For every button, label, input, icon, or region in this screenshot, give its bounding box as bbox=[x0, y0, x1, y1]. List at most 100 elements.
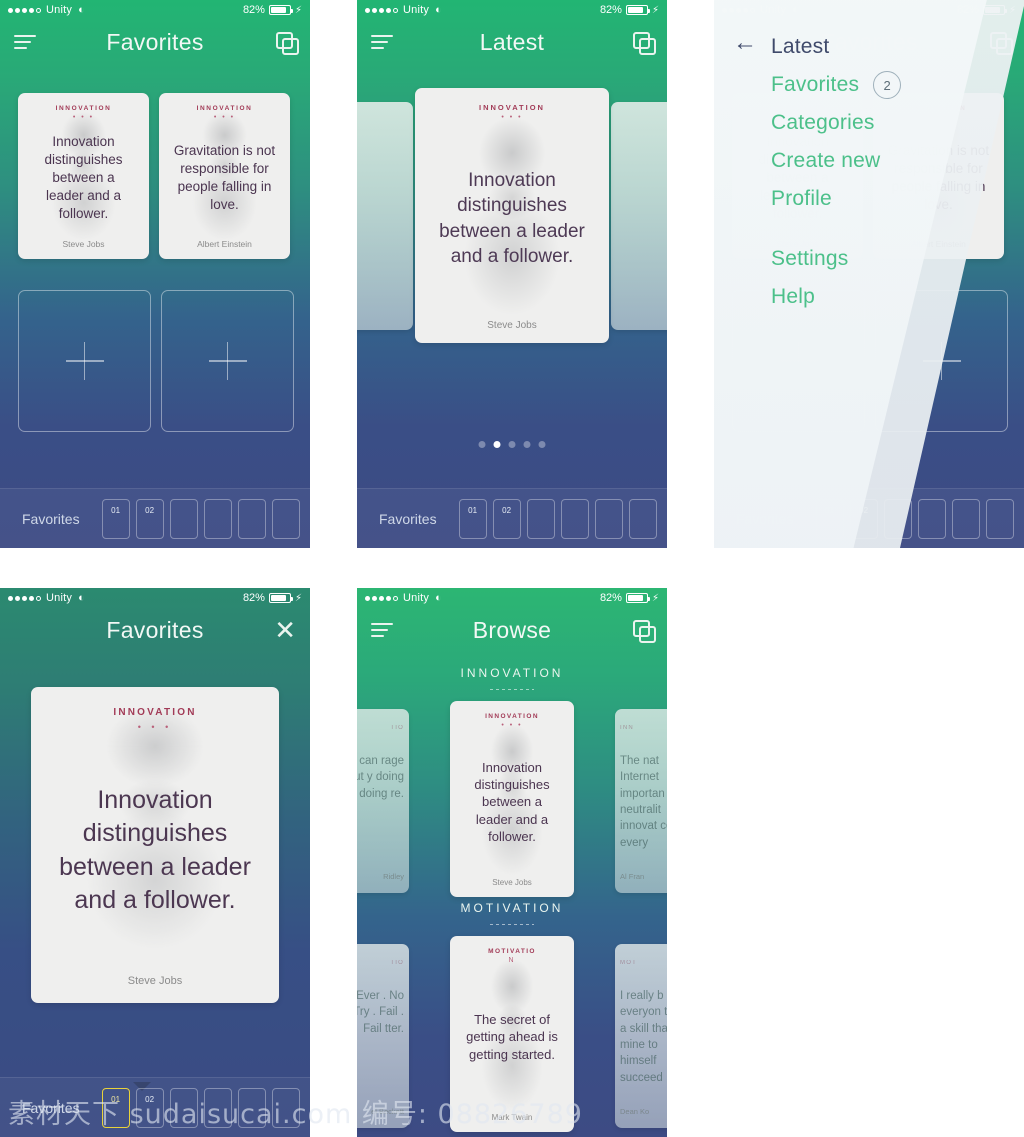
bottom-tab[interactable]: 01 bbox=[101, 498, 130, 539]
menu-item-profile[interactable]: Profile bbox=[771, 180, 901, 218]
page-title: Browse bbox=[472, 616, 552, 643]
quote-card[interactable]: INNOVATION • • • Innovation distinguishe… bbox=[415, 88, 609, 343]
pager-dot[interactable] bbox=[508, 441, 516, 448]
card-quote: d. Ever . No er. Try . Fail . Fail tter. bbox=[357, 990, 404, 1035]
bottom-tab[interactable] bbox=[560, 498, 589, 539]
bottom-tab[interactable]: 02 bbox=[135, 498, 164, 539]
copy-cards-icon[interactable] bbox=[633, 620, 656, 643]
copy-cards-button[interactable] bbox=[276, 20, 299, 64]
signal-strength-icon bbox=[365, 7, 398, 13]
copy-cards-icon[interactable] bbox=[276, 32, 299, 55]
bottom-bar-label: Favorites bbox=[22, 510, 80, 527]
add-card-button[interactable] bbox=[18, 290, 151, 432]
charging-bolt-icon: ⚡ bbox=[294, 592, 302, 604]
copy-cards-icon[interactable] bbox=[633, 32, 656, 55]
hamburger-icon[interactable] bbox=[14, 35, 36, 49]
screen-browse: Unity ◐ 82% ⚡ Browse INNOVATION TIO ent … bbox=[357, 588, 667, 1137]
copy-cards-button[interactable] bbox=[633, 608, 656, 652]
wifi-icon: ◐ bbox=[78, 3, 85, 16]
bottom-tab[interactable]: 02 bbox=[492, 498, 521, 539]
menu-item-label: Help bbox=[771, 285, 815, 308]
quote-card[interactable]: INNOVATION • • • Innovation distinguishe… bbox=[18, 93, 149, 259]
card-category: INNOVATION bbox=[113, 707, 197, 718]
bottom-tab[interactable] bbox=[237, 498, 266, 539]
bottom-tab[interactable] bbox=[628, 498, 657, 539]
bottom-tab[interactable] bbox=[917, 498, 946, 539]
wifi-icon: ◐ bbox=[78, 591, 85, 604]
pager-dot[interactable] bbox=[523, 441, 531, 448]
menu-item-latest[interactable]: Latest bbox=[771, 28, 901, 66]
bottom-tab[interactable] bbox=[951, 498, 980, 539]
bottom-tab[interactable] bbox=[526, 498, 555, 539]
bottom-bar: Favorites 01 02 bbox=[357, 488, 667, 548]
menu-divider-gap bbox=[771, 218, 901, 240]
screens-canvas: Unity ◐ 82% ⚡ Favorites INNOVATION • • •… bbox=[0, 0, 1024, 1137]
card-category-dots: • • • bbox=[72, 114, 95, 121]
charging-bolt-icon: ⚡ bbox=[651, 4, 659, 16]
card-category-dots: • • • bbox=[501, 722, 523, 729]
pager-dot-active[interactable] bbox=[493, 441, 501, 448]
menu-button[interactable] bbox=[371, 608, 393, 652]
nav-bar: Favorites bbox=[0, 20, 310, 64]
pager-dots[interactable] bbox=[478, 441, 546, 448]
card-quote: ent can rage on, but y doing t doing re. bbox=[357, 755, 404, 800]
status-bar: Unity ◐ 82% ⚡ bbox=[0, 588, 310, 608]
bottom-tab-strip: 01 02 bbox=[101, 498, 300, 539]
page-title: Latest bbox=[479, 28, 545, 55]
menu-item-favorites[interactable]: Favorites 2 bbox=[771, 66, 902, 104]
add-card-button[interactable] bbox=[161, 290, 294, 432]
battery-percent-label: 82% bbox=[599, 592, 622, 604]
browse-card-right[interactable]: INN The nat Internet importan neutralit … bbox=[615, 709, 667, 893]
hamburger-icon[interactable] bbox=[371, 623, 393, 637]
menu-item-label: Create new bbox=[771, 149, 881, 172]
bottom-tab[interactable] bbox=[594, 498, 623, 539]
bottom-tab[interactable] bbox=[271, 498, 300, 539]
copy-cards-button[interactable] bbox=[633, 20, 656, 64]
screen-quote-detail: Unity ◐ 82% ⚡ Favorites ✕ INNOVATION • •… bbox=[0, 588, 310, 1137]
card-category: INNOVATION bbox=[479, 103, 545, 112]
bottom-tab[interactable] bbox=[203, 498, 232, 539]
menu-item-create-new[interactable]: Create new bbox=[771, 142, 901, 180]
pager-dot[interactable] bbox=[538, 441, 546, 448]
bottom-tab-strip: 01 02 bbox=[458, 498, 657, 539]
card-carousel[interactable]: INNOVATION • • • Innovation distinguishe… bbox=[357, 78, 667, 388]
section-row: TIO ent can rage on, but y doing t doing… bbox=[357, 701, 667, 897]
menu-item-categories[interactable]: Categories bbox=[771, 104, 901, 142]
screen-latest: Unity ◐ 82% ⚡ Latest INNOVATION • • • In… bbox=[357, 0, 667, 548]
card-quote: Innovation distinguishes between a leade… bbox=[474, 760, 550, 844]
menu-button[interactable] bbox=[371, 20, 393, 64]
browse-card-right[interactable]: MOT I really b everyon talent, a skill t… bbox=[615, 944, 667, 1128]
close-x-icon[interactable]: ✕ bbox=[274, 617, 296, 643]
favorites-card-grid: INNOVATION • • • Innovation distinguishe… bbox=[18, 93, 290, 259]
charging-bolt-icon: ⚡ bbox=[294, 4, 302, 16]
quote-card[interactable]: INNOVATION • • • Gravitation is not resp… bbox=[159, 93, 290, 259]
card-category: INNOVATION bbox=[196, 105, 253, 112]
browse-card-center[interactable]: INNOVATION • • • Innovation distinguishe… bbox=[450, 701, 574, 897]
battery-percent-label: 82% bbox=[242, 4, 265, 16]
nav-bar: Latest bbox=[357, 20, 667, 64]
card-category-dots: • • • bbox=[213, 114, 236, 121]
menu-item-label: Favorites bbox=[771, 73, 860, 96]
bottom-tab[interactable]: 01 bbox=[458, 498, 487, 539]
nav-bar: Favorites ✕ bbox=[0, 608, 310, 652]
section-rule bbox=[490, 924, 534, 925]
status-bar: Unity ◐ 82% ⚡ bbox=[0, 0, 310, 20]
menu-item-settings[interactable]: Settings bbox=[771, 240, 901, 278]
charging-bolt-icon: ⚡ bbox=[651, 592, 659, 604]
bottom-tab[interactable] bbox=[169, 498, 198, 539]
card-quote: The secret of getting ahead is getting s… bbox=[466, 1012, 558, 1062]
back-arrow-icon[interactable]: ← bbox=[732, 30, 758, 56]
carousel-prev-card[interactable] bbox=[357, 102, 413, 330]
menu-item-help[interactable]: Help bbox=[771, 278, 901, 316]
pager-dot[interactable] bbox=[478, 441, 486, 448]
card-category: TIO bbox=[390, 960, 404, 966]
hamburger-icon[interactable] bbox=[371, 35, 393, 49]
quote-card-detail[interactable]: INNOVATION • • • Innovation distinguishe… bbox=[31, 687, 279, 1003]
browse-card-left[interactable]: TIO ent can rage on, but y doing t doing… bbox=[357, 709, 409, 893]
close-button[interactable]: ✕ bbox=[274, 608, 296, 652]
carousel-next-card[interactable] bbox=[611, 102, 667, 330]
bottom-tab[interactable] bbox=[985, 498, 1014, 539]
card-category: TIO bbox=[390, 725, 404, 731]
menu-button[interactable] bbox=[14, 20, 36, 64]
section-title: INNOVATION bbox=[460, 666, 564, 680]
